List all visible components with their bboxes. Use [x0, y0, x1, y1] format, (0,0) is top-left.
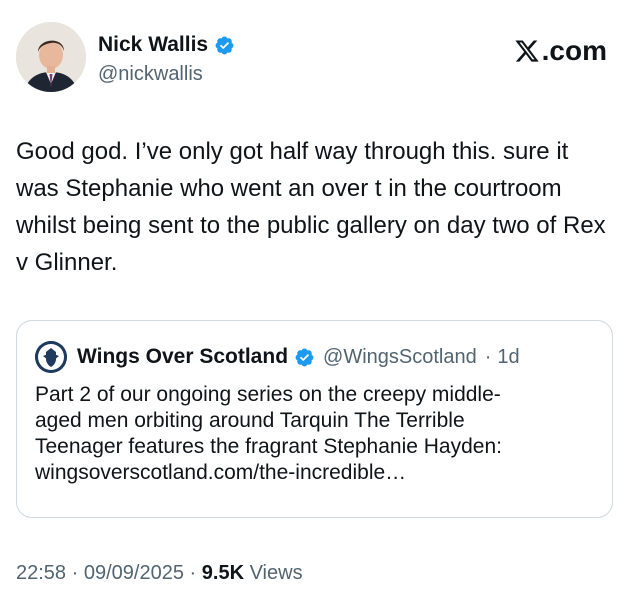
meta-separator: ·	[189, 562, 197, 584]
tweet-text: Good god. I’ve only got half way through…	[16, 138, 606, 276]
meta-separator: ·	[71, 562, 79, 584]
x-com-brand[interactable]: .com	[513, 34, 607, 68]
quoted-tweet-text: Part 2 of our ongoing series on the cree…	[35, 382, 595, 486]
quoted-tweet-age[interactable]: 1d	[497, 344, 519, 370]
quoted-tweet-card[interactable]: Wings Over Scotland @WingsScotland · 1d …	[16, 320, 613, 518]
tweet-meta: 22:58 · 09/09/2025 · 9.5K Views	[16, 560, 303, 586]
tweet-date[interactable]: 09/09/2025	[84, 562, 184, 584]
quoted-text-line: Part 2 of our ongoing series on the cree…	[35, 383, 501, 406]
meta-separator: ·	[484, 346, 492, 368]
author-avatar[interactable]	[16, 22, 86, 92]
quoted-text-line: Teenager features the fragrant Stephanie…	[35, 435, 502, 458]
author-handle[interactable]: @nickwallis	[98, 62, 235, 86]
quoted-author-avatar[interactable]	[35, 341, 67, 373]
author-avatar-image	[16, 22, 86, 92]
tweet-header: Nick Wallis @nickwallis .com	[16, 22, 607, 94]
quoted-author-handle[interactable]: @WingsScotland	[323, 344, 477, 370]
x-logo-icon	[514, 40, 539, 62]
verified-badge-icon	[295, 348, 314, 366]
views-count[interactable]: 9.5K	[202, 562, 244, 584]
quoted-text-line: aged men orbiting around Tarquin The Ter…	[35, 409, 465, 432]
quoted-author-display-name[interactable]: Wings Over Scotland	[77, 344, 288, 370]
tweet-time[interactable]: 22:58	[16, 562, 66, 584]
wings-logo-icon	[35, 341, 67, 373]
quoted-link-text[interactable]: wingsoverscotland.com/the-incredible…	[35, 460, 595, 486]
views-label: Views	[249, 562, 303, 584]
author-info: Nick Wallis @nickwallis	[98, 32, 235, 86]
quoted-tweet-header: Wings Over Scotland @WingsScotland · 1d	[35, 341, 520, 373]
author-display-name[interactable]: Nick Wallis	[98, 32, 208, 58]
site-label: .com	[541, 35, 607, 66]
verified-badge-icon	[215, 36, 234, 54]
